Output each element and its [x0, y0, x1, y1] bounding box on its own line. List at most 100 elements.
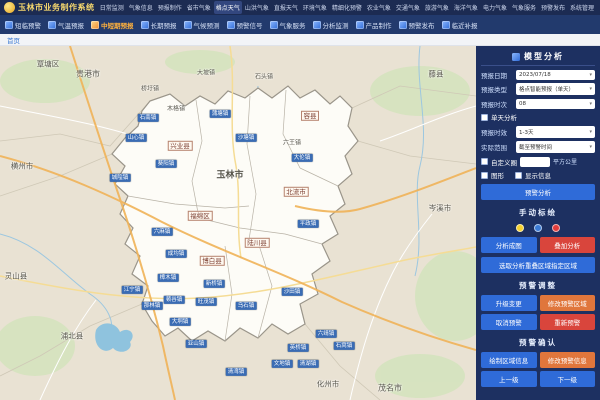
tab-1[interactable]: 气温预报 — [48, 20, 84, 30]
re-warning-button[interactable]: 重新预警 — [540, 314, 596, 330]
map-town-label: 樟木镇 — [158, 274, 179, 282]
app-logo-icon — [4, 2, 15, 13]
map-town-label: 石窝镇 — [334, 342, 355, 350]
map-area[interactable]: 覃塘区贵港市桥圩镇木格镇大坡镇石头镇六王镇横州市灵山县浦北县茂名市化州市岑溪市藤… — [0, 46, 476, 400]
map-canvas — [0, 46, 476, 400]
map-town-label: 顿谷镇 — [164, 296, 185, 304]
map-town-label: 沙田镇 — [282, 288, 303, 296]
nav-item-4[interactable]: 格点天气 — [214, 1, 242, 14]
forecast-type-select[interactable]: 格点智能预报（单天） ▾ — [516, 83, 595, 95]
validity-row: 预报时效 1-3天 ▾ — [481, 126, 595, 138]
map-town-label: 葵阳镇 — [156, 160, 177, 168]
nav-item-5[interactable]: 山洪气象 — [243, 1, 271, 14]
next-level-button[interactable]: 下一级 — [540, 371, 596, 387]
range-select[interactable]: 截至预警时间 ▾ — [516, 141, 595, 153]
forecast-hour-select[interactable]: 08 ▾ — [516, 99, 595, 109]
map-county-label: 陆川县 — [245, 238, 270, 248]
tab-3[interactable]: 长期预报 — [141, 20, 177, 30]
custom-area-input[interactable] — [520, 157, 550, 167]
forecast-date-input[interactable]: 2023/07/18 ▾ — [516, 70, 595, 80]
warning-confirm-section-title: 预警确认 — [481, 337, 595, 348]
upgrade-change-button[interactable]: 升级变更 — [481, 295, 537, 311]
draw-color-red[interactable] — [552, 224, 560, 232]
tab-9[interactable]: 预警发布 — [399, 20, 435, 30]
single-day-row: 单天分析 — [481, 112, 595, 122]
custom-area-checkbox[interactable] — [481, 158, 488, 165]
prev-level-button[interactable]: 上一级 — [481, 371, 537, 387]
warning-analysis-button[interactable]: 预警分析 — [481, 184, 595, 200]
nav-item-1[interactable]: 气象信息 — [127, 1, 155, 14]
tab-8[interactable]: 产品制作 — [356, 20, 392, 30]
nav-item-15[interactable]: 预警发布 — [539, 1, 567, 14]
tab-5[interactable]: 预警信号 — [227, 20, 263, 30]
tab-label: 气温预报 — [58, 20, 84, 30]
tab-label: 中短期预报 — [101, 20, 134, 30]
forecast-type-row: 预报类型 格点智能预报（单天） ▾ — [481, 83, 595, 95]
panel-title: 模型分析 — [481, 51, 595, 66]
draw-color-blue[interactable] — [534, 224, 542, 232]
show-info-checkbox[interactable] — [515, 172, 522, 179]
validity-label: 预报时效 — [481, 127, 513, 137]
app-window: 玉林市业务制作系统 日常监测气象信息预报制作省市气象格点天气山洪气象直报天气环境… — [0, 0, 600, 400]
breadcrumb-bar: 首页 — [0, 34, 600, 46]
analysis-panel: 模型分析 预报日期 2023/07/18 ▾ 预报类型 格点智能预报（单天） ▾… — [476, 46, 600, 400]
tab-10[interactable]: 临近补报 — [442, 20, 478, 30]
map-town-label: 石南镇 — [138, 114, 159, 122]
tab-label: 气象服务 — [280, 20, 306, 30]
nav-item-3[interactable]: 省市气象 — [185, 1, 213, 14]
graphic-checkbox[interactable] — [481, 172, 488, 179]
draw-colors — [481, 222, 595, 234]
nav-item-14[interactable]: 气象服务 — [510, 1, 538, 14]
nav-item-10[interactable]: 交通气象 — [394, 1, 422, 14]
nav-item-13[interactable]: 电力气象 — [481, 1, 509, 14]
single-day-checkbox[interactable] — [481, 114, 488, 121]
adjust-buttons: 升级变更修改预警区域取消预警重新预警 — [481, 295, 595, 330]
main-content: 覃塘区贵港市桥圩镇木格镇大坡镇石头镇六王镇横州市灵山县浦北县茂名市化州市岑溪市藤… — [0, 46, 600, 400]
tab-0[interactable]: 短临预警 — [5, 20, 41, 30]
chevron-down-icon: ▾ — [589, 129, 592, 135]
nav-item-7[interactable]: 环境气象 — [301, 1, 329, 14]
chevron-down-icon: ▾ — [589, 86, 592, 92]
nav-item-16[interactable]: 系统管理 — [568, 1, 596, 14]
modify-warning-area-button[interactable]: 修改预警区域 — [540, 295, 596, 311]
show-info-label: 显示信息 — [525, 170, 551, 180]
nav-item-9[interactable]: 农业气象 — [365, 1, 393, 14]
map-town-label: 城隍镇 — [110, 174, 131, 182]
map-town-label: 英桥镇 — [288, 344, 309, 352]
select-overlap-area-button[interactable]: 选取分析重叠区域指定区域 — [481, 257, 595, 273]
validity-select[interactable]: 1-3天 ▾ — [516, 126, 595, 138]
nav-item-0[interactable]: 日常监测 — [98, 1, 126, 14]
nav-item-11[interactable]: 旅游气象 — [423, 1, 451, 14]
tab-2[interactable]: 中短期预报 — [91, 20, 134, 30]
manual-buttons: 分析成图叠加分析 — [481, 237, 595, 253]
map-town-label: 清湾镇 — [226, 368, 247, 376]
map-county-label: 博白县 — [200, 256, 225, 266]
validity-value: 1-3天 — [519, 128, 533, 136]
nav-item-8[interactable]: 精细化预警 — [330, 1, 364, 14]
breadcrumb[interactable]: 首页 — [7, 35, 20, 45]
tab-label: 长期预报 — [151, 20, 177, 30]
draw-color-yellow[interactable] — [516, 224, 524, 232]
map-town-label: 平政镇 — [298, 220, 319, 228]
map-town-label: 那林镇 — [142, 302, 163, 310]
analysis-to-image-button[interactable]: 分析成图 — [481, 237, 537, 253]
tab-4[interactable]: 气候预测 — [184, 20, 220, 30]
map-town-label: 清湖镇 — [298, 360, 319, 368]
modify-warning-info-button[interactable]: 修改预警信息 — [540, 352, 596, 368]
tab-icon — [399, 21, 407, 29]
tab-7[interactable]: 分析监测 — [313, 20, 349, 30]
nav-item-6[interactable]: 直报天气 — [272, 1, 300, 14]
tab-icon — [48, 21, 56, 29]
tab-label: 气候预测 — [194, 20, 220, 30]
range-label: 实际范围 — [481, 142, 513, 152]
tab-6[interactable]: 气象服务 — [270, 20, 306, 30]
nav-item-12[interactable]: 海洋气象 — [452, 1, 480, 14]
tab-icon — [442, 21, 450, 29]
overlay-analysis-button[interactable]: 叠加分析 — [540, 237, 596, 253]
nav-item-2[interactable]: 预报制作 — [156, 1, 184, 14]
forecast-date-label: 预报日期 — [481, 70, 513, 80]
tab-icon — [270, 21, 278, 29]
draw-area-info-button[interactable]: 绘制区域信息 — [481, 352, 537, 368]
map-town-label: 成均镇 — [166, 250, 187, 258]
cancel-warning-button[interactable]: 取消预警 — [481, 314, 537, 330]
